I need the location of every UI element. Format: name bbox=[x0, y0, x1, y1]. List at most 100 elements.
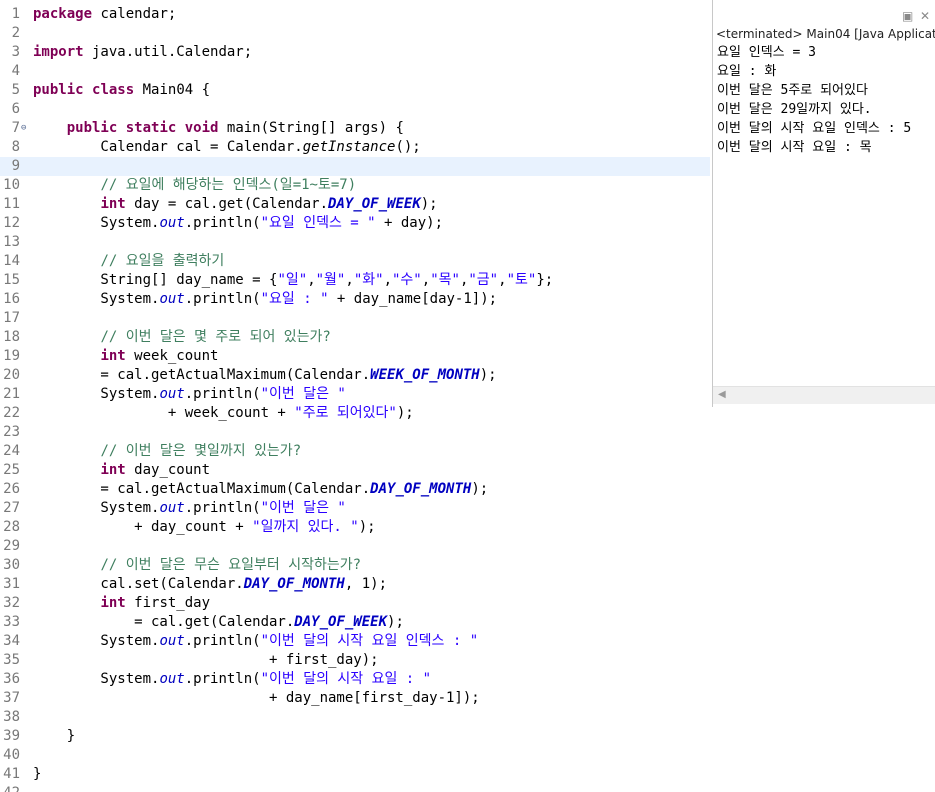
code-line-27[interactable]: 27 System.out.println("이번 달은 " bbox=[0, 499, 710, 518]
line-number: 33 bbox=[3, 614, 20, 630]
code-text[interactable]: int day = cal.get(Calendar.DAY_OF_WEEK); bbox=[33, 195, 437, 214]
code-line-12[interactable]: 12 System.out.println("요일 인덱스 = " + day)… bbox=[0, 214, 710, 233]
line-number: 34 bbox=[3, 633, 20, 649]
code-line-21[interactable]: 21 System.out.println("이번 달은 " bbox=[0, 385, 710, 404]
code-line-5[interactable]: 5 public class Main04 { bbox=[0, 81, 710, 100]
line-number: 1 bbox=[11, 6, 20, 22]
line-number: 41 bbox=[3, 766, 20, 782]
code-line-40[interactable]: 40 bbox=[0, 746, 710, 765]
code-line-42[interactable]: 42 bbox=[0, 784, 710, 792]
code-line-20[interactable]: 20 = cal.getActualMaximum(Calendar.WEEK_… bbox=[0, 366, 710, 385]
code-line-24[interactable]: 24 // 이번 달은 몇일까지 있는가? bbox=[0, 442, 710, 461]
code-text[interactable]: } bbox=[33, 765, 41, 784]
code-text[interactable]: Calendar cal = Calendar.getInstance(); bbox=[33, 138, 420, 157]
code-line-8[interactable]: 8 Calendar cal = Calendar.getInstance(); bbox=[0, 138, 710, 157]
code-line-32[interactable]: 32 int first_day bbox=[0, 594, 710, 613]
code-text[interactable]: import java.util.Calendar; bbox=[33, 43, 252, 62]
code-line-23[interactable]: 23 bbox=[0, 423, 710, 442]
code-text[interactable]: System.out.println("이번 달은 " bbox=[33, 385, 345, 404]
code-line-6[interactable]: 6 bbox=[0, 100, 710, 119]
code-text[interactable]: // 요일에 해당하는 인덱스(일=1~토=7) bbox=[33, 176, 356, 195]
code-line-33[interactable]: 33 = cal.get(Calendar.DAY_OF_WEEK); bbox=[0, 613, 710, 632]
code-text[interactable]: System.out.println("요일 인덱스 = " + day); bbox=[33, 214, 443, 233]
line-number: 35 bbox=[3, 652, 20, 668]
code-text[interactable]: public static void main(String[] args) { bbox=[33, 119, 404, 138]
code-text[interactable]: } bbox=[33, 727, 75, 746]
console-output-line: 이번 달은 5주로 되어있다 bbox=[717, 83, 868, 98]
code-text[interactable]: int first_day bbox=[33, 594, 210, 613]
code-text[interactable]: // 이번 달은 무슨 요일부터 시작하는가? bbox=[33, 556, 361, 575]
code-text[interactable]: = cal.get(Calendar.DAY_OF_WEEK); bbox=[33, 613, 404, 632]
code-line-34[interactable]: 34 System.out.println("이번 달의 시작 요일 인덱스 :… bbox=[0, 632, 710, 651]
code-text[interactable]: package calendar; bbox=[33, 5, 176, 24]
code-text[interactable]: cal.set(Calendar.DAY_OF_MONTH, 1); bbox=[33, 575, 387, 594]
fold-toggle-icon[interactable]: ⊖ bbox=[21, 119, 26, 138]
code-line-10[interactable]: 10 // 요일에 해당하는 인덱스(일=1~토=7) bbox=[0, 176, 710, 195]
code-line-4[interactable]: 4 bbox=[0, 62, 710, 81]
code-editor[interactable]: 1 package calendar; 2 3 import java.util.Cal… bbox=[0, 0, 710, 792]
code-text[interactable]: // 이번 달은 몇 주로 되어 있는가? bbox=[33, 328, 330, 347]
code-text[interactable]: + week_count + "주로 되어있다"); bbox=[33, 404, 414, 423]
code-line-26[interactable]: 26 = cal.getActualMaximum(Calendar.DAY_O… bbox=[0, 480, 710, 499]
code-text[interactable]: // 이번 달은 몇일까지 있는가? bbox=[33, 442, 301, 461]
console-horizontal-scrollbar[interactable]: ◀ bbox=[713, 386, 935, 404]
code-line-1[interactable]: 1 package calendar; bbox=[0, 5, 710, 24]
line-number: 6 bbox=[11, 101, 20, 117]
code-line-41[interactable]: 41} bbox=[0, 765, 710, 784]
code-text[interactable]: System.out.println("요일 : " + day_name[da… bbox=[33, 290, 497, 309]
code-text[interactable]: // 요일을 출력하기 bbox=[33, 252, 224, 271]
code-line-11[interactable]: 11 int day = cal.get(Calendar.DAY_OF_WEE… bbox=[0, 195, 710, 214]
code-text[interactable]: int day_count bbox=[33, 461, 210, 480]
code-line-16[interactable]: 16 System.out.println("요일 : " + day_name… bbox=[0, 290, 710, 309]
code-line-9[interactable]: 9 bbox=[0, 157, 710, 176]
code-line-25[interactable]: 25 int day_count bbox=[0, 461, 710, 480]
line-number: 42 bbox=[0, 784, 20, 792]
code-text[interactable]: public class Main04 { bbox=[33, 81, 210, 100]
code-line-19[interactable]: 19 int week_count bbox=[0, 347, 710, 366]
line-number: 21 bbox=[3, 386, 20, 402]
line-number: 11 bbox=[3, 196, 20, 212]
console-view[interactable]: ▣ ✕ <terminated> Main04 [Java Applicatio… bbox=[712, 0, 935, 407]
line-number: 24 bbox=[3, 443, 20, 459]
code-line-29[interactable]: 29 bbox=[0, 537, 710, 556]
code-line-31[interactable]: 31 cal.set(Calendar.DAY_OF_MONTH, 1); bbox=[0, 575, 710, 594]
code-text[interactable]: = cal.getActualMaximum(Calendar.DAY_OF_M… bbox=[33, 480, 488, 499]
code-line-3[interactable]: 3 import java.util.Calendar; bbox=[0, 43, 710, 62]
console-output-line: 이번 달의 시작 요일 : 목 bbox=[717, 140, 872, 155]
code-line-39[interactable]: 39 } bbox=[0, 727, 710, 746]
code-line-13[interactable]: 13 bbox=[0, 233, 710, 252]
code-text[interactable]: + day_count + "일까지 있다. "); bbox=[33, 518, 375, 537]
line-number: 8 bbox=[11, 139, 20, 155]
code-line-28[interactable]: 28 + day_count + "일까지 있다. "); bbox=[0, 518, 710, 537]
code-text[interactable]: = cal.getActualMaximum(Calendar.WEEK_OF_… bbox=[33, 366, 496, 385]
minimize-icon[interactable]: ▣ bbox=[902, 9, 913, 23]
code-text[interactable]: String[] day_name = {"일","월","화","수","목"… bbox=[33, 271, 553, 290]
code-line-15[interactable]: 15 String[] day_name = {"일","월","화","수",… bbox=[0, 271, 710, 290]
line-number: 9 bbox=[11, 158, 20, 174]
code-line-14[interactable]: 14 // 요일을 출력하기 bbox=[0, 252, 710, 271]
code-line-7[interactable]: 7 ⊖ public static void main(String[] args… bbox=[0, 119, 710, 138]
code-line-30[interactable]: 30 // 이번 달은 무슨 요일부터 시작하는가? bbox=[0, 556, 710, 575]
scroll-left-icon[interactable]: ◀ bbox=[718, 389, 726, 400]
console-output-line: 요일 인덱스 = 3 bbox=[717, 45, 816, 60]
code-line-38[interactable]: 38 bbox=[0, 708, 710, 727]
code-line-18[interactable]: 18 // 이번 달은 몇 주로 되어 있는가? bbox=[0, 328, 710, 347]
code-text[interactable]: System.out.println("이번 달의 시작 요일 : " bbox=[33, 670, 431, 689]
code-text[interactable]: + day_name[first_day-1]); bbox=[33, 689, 480, 708]
code-text[interactable]: int week_count bbox=[33, 347, 218, 366]
code-line-17[interactable]: 17 bbox=[0, 309, 710, 328]
code-text[interactable]: System.out.println("이번 달의 시작 요일 인덱스 : " bbox=[33, 632, 478, 651]
code-line-36[interactable]: 36 System.out.println("이번 달의 시작 요일 : " bbox=[0, 670, 710, 689]
close-icon[interactable]: ✕ bbox=[920, 9, 930, 23]
code-line-37[interactable]: 37 + day_name[first_day-1]); bbox=[0, 689, 710, 708]
code-line-35[interactable]: 35 + first_day); bbox=[0, 651, 710, 670]
line-number: 31 bbox=[3, 576, 20, 592]
line-number: 37 bbox=[3, 690, 20, 706]
code-line-2[interactable]: 2 bbox=[0, 24, 710, 43]
line-number: 40 bbox=[3, 747, 20, 763]
line-number: 5 bbox=[11, 82, 20, 98]
line-number: 30 bbox=[3, 557, 20, 573]
code-text[interactable]: System.out.println("이번 달은 " bbox=[33, 499, 345, 518]
code-line-22[interactable]: 22 + week_count + "주로 되어있다"); bbox=[0, 404, 710, 423]
code-text[interactable]: + first_day); bbox=[33, 651, 379, 670]
